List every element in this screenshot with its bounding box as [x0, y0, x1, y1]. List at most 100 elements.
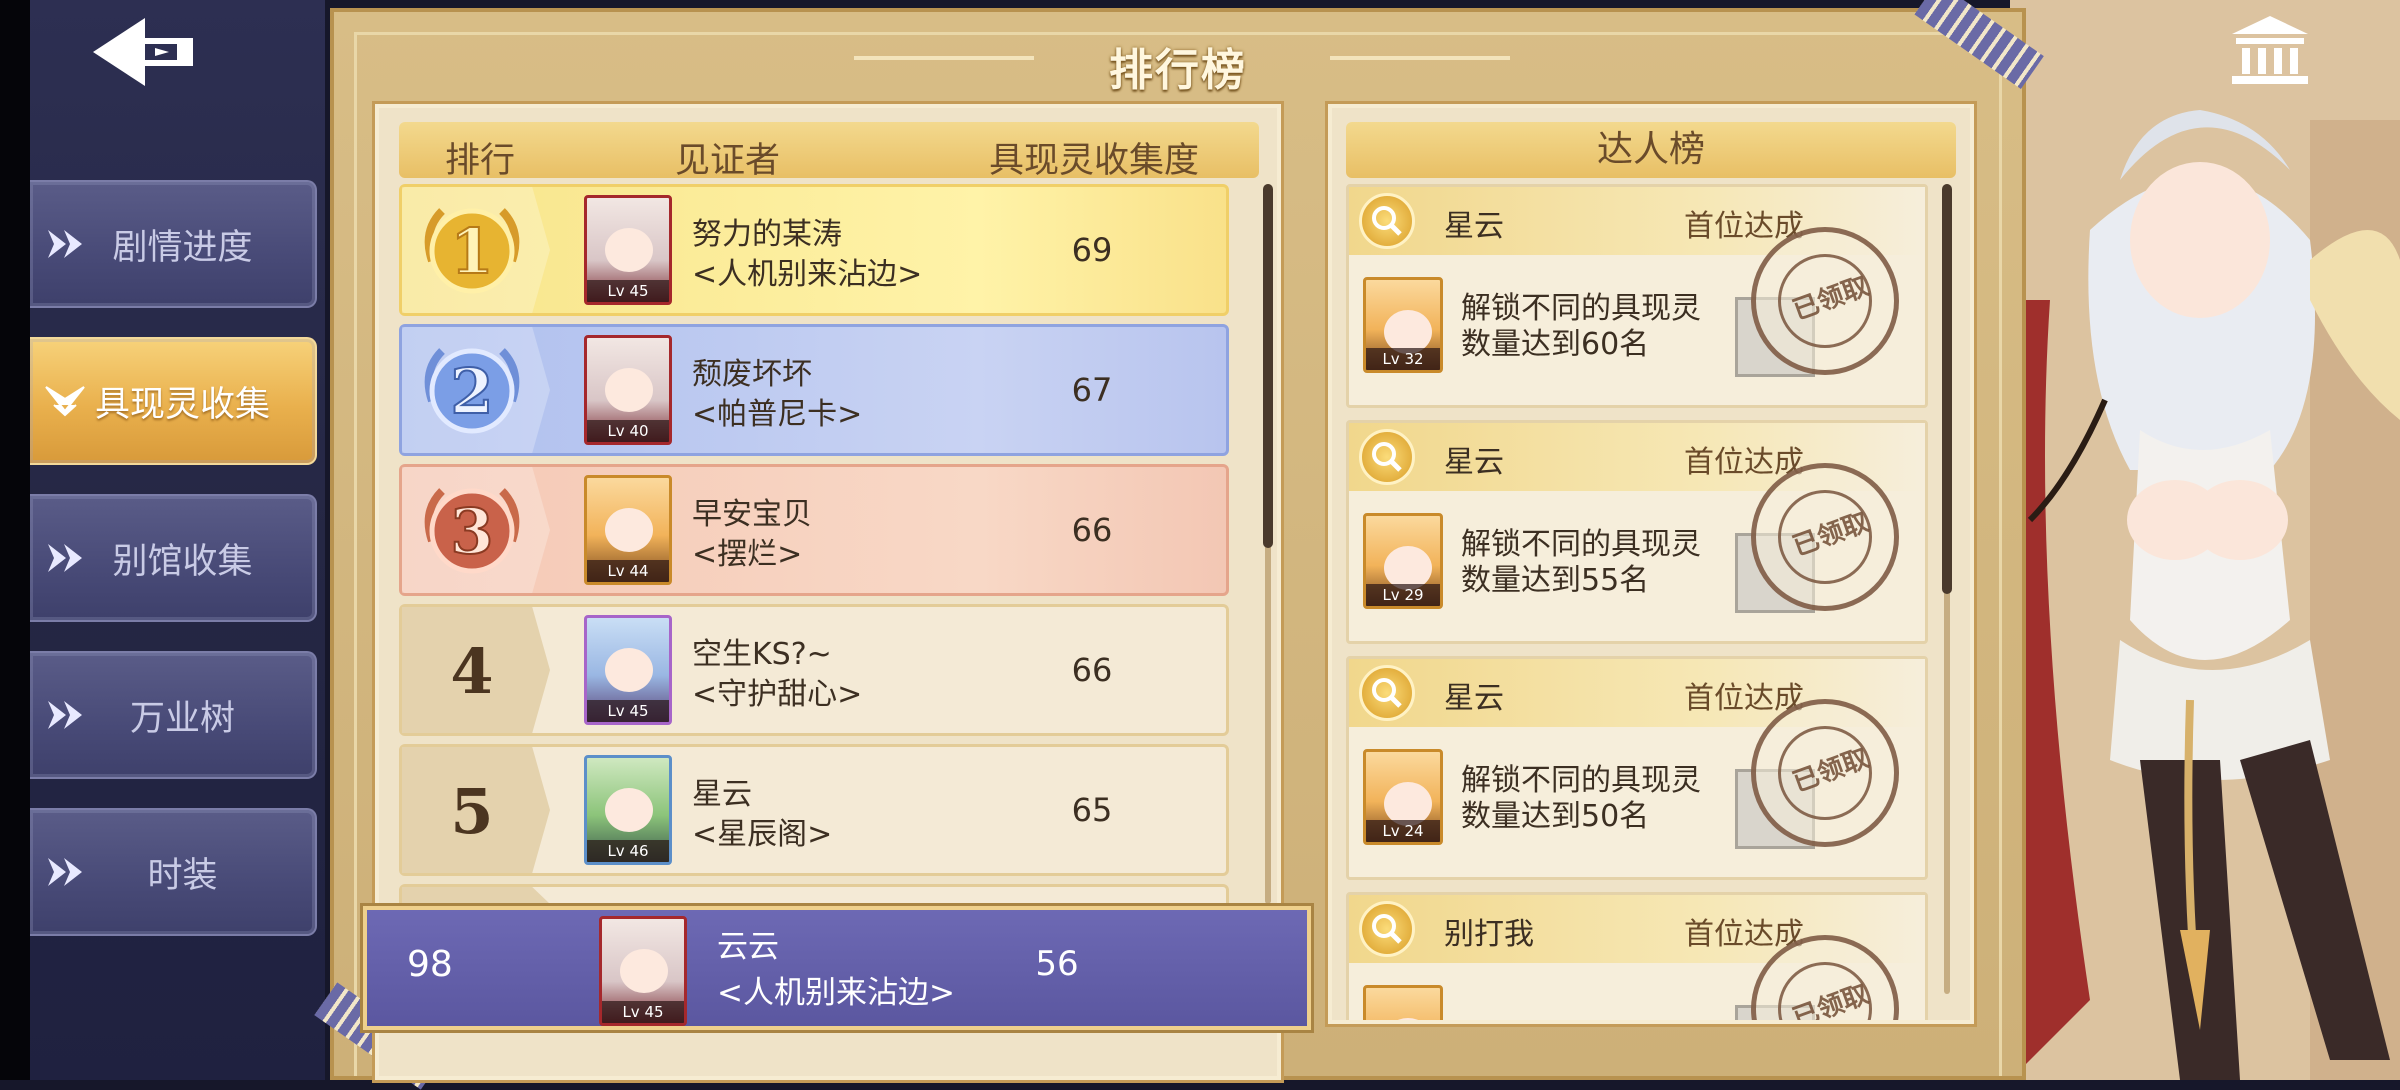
- sidebar-item-costume[interactable]: 时装: [30, 808, 317, 936]
- level-badge: Lv 24: [1366, 820, 1440, 842]
- desc-line-1: 解锁不同的具现灵: [1461, 763, 1701, 798]
- level-badge: Lv 32: [1366, 348, 1440, 370]
- collection-score: 66: [1071, 511, 1113, 549]
- avatar: Lv 32: [1363, 277, 1443, 373]
- desc-line-1: 解锁不同的具现灵: [1461, 291, 1701, 326]
- achievement-description: 解锁不同的具现灵 数量达到50名: [1461, 763, 1701, 835]
- achiever-name: 星云: [1444, 209, 1504, 244]
- level-badge: Lv 45: [587, 700, 669, 722]
- page-title: 排行榜: [1109, 45, 1247, 96]
- player-name: 空生KS?~: [692, 637, 832, 672]
- sidebar-item-label: 具现灵收集: [94, 384, 270, 425]
- header-score: 具现灵收集度: [989, 141, 1200, 181]
- player-info: 努力的某涛 <人机别来沾边>: [692, 215, 922, 295]
- header-rank: 排行: [445, 141, 516, 181]
- avatar: Lv 29: [1363, 513, 1443, 609]
- magnifier-icon[interactable]: [1359, 901, 1415, 957]
- avatar: Lv 44: [584, 475, 672, 585]
- magnifier-icon[interactable]: [1359, 665, 1415, 721]
- avatar: [1363, 985, 1443, 1020]
- player-guild: <守护甜心>: [692, 677, 863, 712]
- back-arrow-icon[interactable]: [85, 10, 205, 90]
- magnifier-icon[interactable]: [1359, 193, 1415, 249]
- desc-line-2: 数量达到55名: [1461, 563, 1650, 598]
- player-name: 努力的某涛: [692, 217, 842, 252]
- level-badge: Lv 29: [1366, 584, 1440, 606]
- player-info: 空生KS?~ <守护甜心>: [692, 635, 862, 715]
- achievement-card[interactable]: 星云 首位达成 Lv 32 解锁不同的具现灵 数量达到60名 已领取: [1346, 184, 1928, 408]
- level-badge: Lv 45: [602, 1001, 684, 1023]
- achievement-description: 解锁不同的具现灵 数量达到55名: [1461, 527, 1701, 599]
- avatar: Lv 46: [584, 755, 672, 865]
- level-badge: Lv 40: [587, 420, 669, 442]
- claimed-stamp: 已领取: [1751, 699, 1899, 847]
- achievement-card[interactable]: 别打我 首位达成 已领取: [1346, 892, 1928, 1020]
- desc-line-2: 数量达到50名: [1461, 799, 1650, 834]
- ranking-row-2[interactable]: 2 Lv 40 颓废坏坏 <帕普尼卡> 67: [399, 324, 1229, 456]
- avatar: Lv 45: [584, 195, 672, 305]
- avatar: Lv 45: [584, 615, 672, 725]
- sidebar-item-label: 时装: [147, 855, 218, 896]
- sidebar-item-label: 别馆收集: [112, 541, 253, 582]
- player-info: 云云 <人机别来沾边>: [717, 924, 955, 1016]
- collection-score: 69: [1071, 231, 1113, 269]
- avatar: Lv 40: [584, 335, 672, 445]
- desc-line-1: 解锁不同的具现灵: [1461, 527, 1701, 562]
- achiever-name: 别打我: [1444, 917, 1534, 952]
- avatar: Lv 45: [599, 916, 687, 1026]
- achiever-name: 星云: [1444, 681, 1504, 716]
- achievement-card[interactable]: 星云 首位达成 Lv 29 解锁不同的具现灵 数量达到55名 已领取: [1346, 420, 1928, 644]
- ranking-scrollbar[interactable]: [1263, 184, 1273, 548]
- ranking-row-1[interactable]: 1 Lv 45 努力的某涛 <人机别来沾边> 69: [399, 184, 1229, 316]
- sidebar-item-spirit-collection[interactable]: 具现灵收集: [30, 337, 317, 465]
- rank-number: 4: [450, 635, 494, 708]
- player-info: 颓废坏坏 <帕普尼卡>: [692, 355, 862, 435]
- player-name: 早安宝贝: [692, 497, 812, 532]
- ranking-row-5[interactable]: 5 Lv 46 星云 <星辰阁> 65: [399, 744, 1229, 876]
- collection-score: 67: [1071, 371, 1113, 409]
- my-rank: 98: [407, 944, 453, 985]
- level-badge: Lv 44: [587, 560, 669, 582]
- player-info: 星云 <星辰阁>: [692, 775, 832, 855]
- sidebar-item-annex-collection[interactable]: 别馆收集: [30, 494, 317, 622]
- ranking-row-3[interactable]: 3 Lv 44 早安宝贝 <摆烂> 66: [399, 464, 1229, 596]
- achiever-name: 星云: [1444, 445, 1504, 480]
- player-guild: <摆烂>: [692, 537, 803, 572]
- sidebar: 剧情进度 具现灵收集 别馆收集 万业树 时装: [30, 0, 325, 1080]
- player-guild: <人机别来沾边>: [717, 975, 955, 1011]
- gold-medal-icon: 1: [424, 208, 520, 294]
- my-ranking-row: 98 Lv 45 云云 <人机别来沾边> 56: [363, 906, 1311, 1030]
- double-chevron-icon: [48, 701, 82, 729]
- player-guild: <帕普尼卡>: [692, 397, 863, 432]
- achievement-description: 解锁不同的具现灵 数量达到60名: [1461, 291, 1701, 363]
- character-scene: [2010, 0, 2400, 1080]
- svg-text:1: 1: [450, 215, 493, 288]
- experts-scrollbar[interactable]: [1942, 184, 1952, 594]
- ranking-row-4[interactable]: 4 Lv 45 空生KS?~ <守护甜心> 66: [399, 604, 1229, 736]
- claimed-stamp: 已领取: [1751, 463, 1899, 611]
- level-badge: Lv 46: [587, 840, 669, 862]
- sidebar-item-label: 万业树: [129, 698, 235, 739]
- double-chevron-down-icon: [45, 386, 85, 417]
- desc-line-2: 数量达到60名: [1461, 327, 1650, 362]
- sidebar-item-label: 剧情进度: [112, 227, 253, 268]
- player-name: 云云: [717, 929, 779, 965]
- player-guild: <星辰阁>: [692, 817, 833, 852]
- sidebar-item-karma-tree[interactable]: 万业树: [30, 651, 317, 779]
- experts-header: 达人榜: [1346, 122, 1956, 178]
- sidebar-item-story-progress[interactable]: 剧情进度: [30, 180, 317, 308]
- level-badge: Lv 45: [587, 280, 669, 302]
- magnifier-icon[interactable]: [1359, 429, 1415, 485]
- collection-score: 65: [1071, 791, 1113, 829]
- player-name: 星云: [692, 777, 752, 812]
- bronze-medal-icon: 3: [424, 488, 520, 574]
- achievement-card[interactable]: 星云 首位达成 Lv 24 解锁不同的具现灵 数量达到50名 已领取: [1346, 656, 1928, 880]
- double-chevron-icon: [48, 858, 82, 886]
- player-name: 颓废坏坏: [692, 357, 812, 392]
- double-chevron-icon: [48, 230, 82, 258]
- museum-building-icon[interactable]: [2228, 12, 2312, 88]
- player-info: 早安宝贝 <摆烂>: [692, 495, 812, 575]
- ranking-header: 排行 见证者 具现灵收集度: [399, 122, 1259, 181]
- svg-text:3: 3: [450, 495, 493, 568]
- silver-medal-icon: 2: [424, 348, 520, 434]
